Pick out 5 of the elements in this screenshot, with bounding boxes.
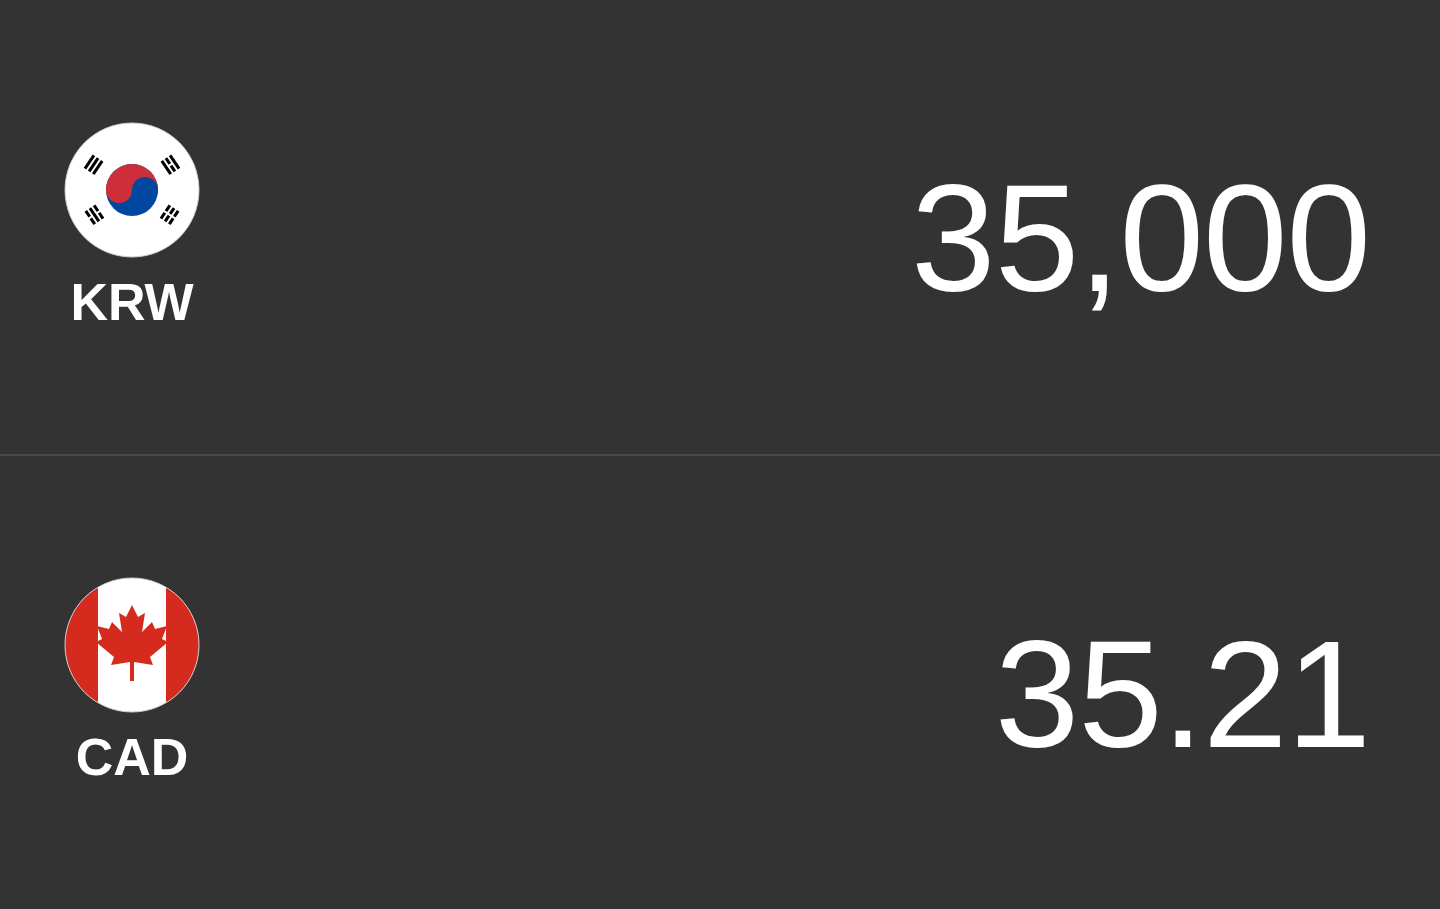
currency-code: KRW (70, 271, 194, 332)
flag-icon (64, 121, 200, 258)
amount: 35.21 (994, 607, 1370, 781)
amount: 35,000 (911, 152, 1370, 326)
currency-code: CAD (75, 727, 189, 788)
